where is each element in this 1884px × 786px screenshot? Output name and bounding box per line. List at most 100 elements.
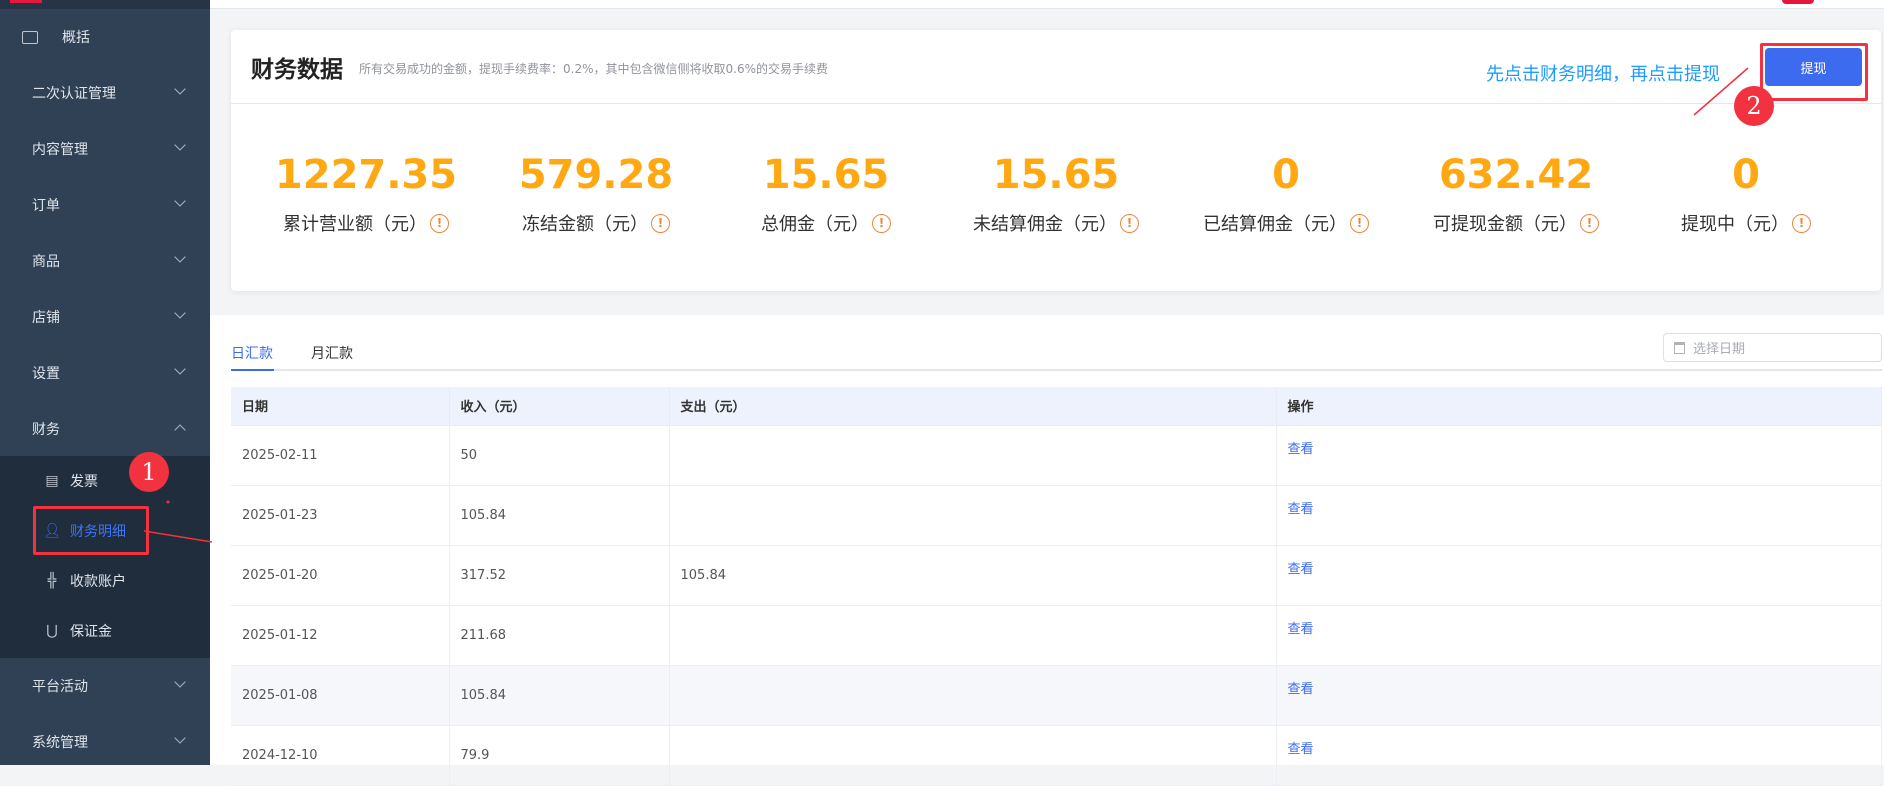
calendar-icon — [1674, 341, 1685, 354]
stat-item: 579.28 冻结金额（元）! — [481, 150, 711, 236]
sidebar-item-label: 系统管理 — [32, 735, 88, 751]
notification-badge[interactable] — [1782, 0, 1814, 4]
cell-date: 2025-01-23 — [231, 485, 450, 546]
chevron-down-icon — [174, 83, 186, 95]
cell-income: 50 — [449, 425, 670, 486]
sidebar-item-payee-account[interactable]: ╬ 收款账户 — [0, 556, 210, 606]
info-warning-icon[interactable]: ! — [430, 213, 449, 233]
cell-expense: 105.84 — [669, 545, 1277, 606]
sidebar-item-label: 订单 — [32, 198, 60, 214]
column-header-income: 收入（元） — [449, 387, 670, 426]
view-link[interactable]: 查看 — [1288, 442, 1314, 457]
fee-note: 所有交易成功的金额，提现手续费率：0.2%，其中包含微信侧将收取0.6%的交易手… — [359, 62, 828, 76]
stat-item: 15.65 未结算佣金（元）! — [941, 150, 1171, 236]
info-warning-icon[interactable]: ! — [651, 213, 670, 233]
sidebar-item-deposit[interactable]: ⋃ 保证金 — [0, 606, 210, 656]
cell-date: 2025-01-08 — [231, 665, 450, 726]
sidebar-item-label: 概括 — [62, 30, 90, 46]
tab-daily[interactable]: 日汇款 — [231, 343, 273, 363]
chevron-down-icon — [174, 251, 186, 263]
sidebar-item-label: 保证金 — [70, 624, 112, 640]
chevron-up-icon — [174, 424, 186, 436]
annotation-hint: 先点击财务明细，再点击提现 — [1486, 64, 1720, 85]
cell-income: 211.68 — [449, 605, 670, 666]
stat-label-row: 可提现金额（元）! — [1401, 210, 1631, 236]
stat-label-row: 未结算佣金（元）! — [941, 210, 1171, 236]
table-row: 2025-01-12 211.68 查看 — [231, 605, 1882, 666]
stat-label: 总佣金（元） — [761, 214, 869, 235]
sidebar-item-platform-activity[interactable]: 平台活动 — [0, 658, 210, 714]
cell-expense — [669, 605, 1277, 666]
info-warning-icon[interactable]: ! — [1350, 213, 1369, 233]
date-picker[interactable]: 选择日期 — [1663, 333, 1882, 362]
page-title: 财务数据 — [251, 56, 343, 83]
view-link[interactable]: 查看 — [1288, 682, 1314, 697]
stat-value: 0 — [1272, 152, 1300, 198]
finance-submenu: ▤ 发票 👤︎ 财务明细 ╬ 收款账户 ⋃ 保证金 — [0, 456, 210, 658]
view-link[interactable]: 查看 — [1288, 622, 1314, 637]
view-link[interactable]: 查看 — [1288, 562, 1314, 577]
cell-expense — [669, 485, 1277, 546]
sidebar-item-label: 设置 — [32, 366, 60, 382]
sidebar-item-orders[interactable]: 订单 — [0, 177, 210, 233]
sidebar-item-2fa[interactable]: 二次认证管理 — [0, 65, 210, 121]
sidebar-item-products[interactable]: 商品 — [0, 233, 210, 289]
stat-label: 冻结金额（元） — [522, 214, 648, 235]
sidebar-item-overview[interactable]: 概括 — [0, 9, 210, 65]
annotation-step-1: 1 — [129, 452, 169, 492]
column-header-expense: 支出（元） — [669, 387, 1277, 426]
magnet-icon: ⋃ — [46, 623, 58, 639]
sidebar-item-label: 商品 — [32, 254, 60, 270]
stat-value: 0 — [1732, 152, 1760, 198]
info-warning-icon[interactable]: ! — [1120, 213, 1139, 233]
table-row: 2025-01-23 105.84 查看 — [231, 485, 1882, 546]
stat-value: 15.65 — [762, 152, 890, 198]
column-header-action: 操作 — [1276, 387, 1882, 426]
sidebar-item-invoice[interactable]: ▤ 发票 — [0, 456, 210, 506]
finance-summary-card: 财务数据 所有交易成功的金额，提现手续费率：0.2%，其中包含微信侧将收取0.6… — [231, 30, 1881, 291]
cell-date: 2025-01-20 — [231, 545, 450, 606]
chevron-down-icon — [174, 139, 186, 151]
cell-action: 查看 — [1276, 605, 1882, 666]
sidebar-item-store[interactable]: 店铺 — [0, 289, 210, 345]
stat-value: 15.65 — [992, 152, 1120, 198]
tab-monthly[interactable]: 月汇款 — [311, 343, 353, 363]
collapse-icon: ╬ — [47, 573, 57, 589]
tab-divider — [231, 369, 1882, 371]
stat-item: 1227.35 累计营业额（元）! — [251, 150, 481, 236]
sidebar-item-finance[interactable]: 财务 — [0, 401, 210, 457]
chevron-down-icon — [174, 732, 186, 744]
table-row: 2025-01-20 317.52 105.84 查看 — [231, 545, 1882, 606]
cell-expense — [669, 725, 1277, 786]
sidebar-item-system[interactable]: 系统管理 — [0, 714, 210, 770]
stat-label: 未结算佣金（元） — [973, 214, 1117, 235]
info-warning-icon[interactable]: ! — [1580, 213, 1599, 233]
info-warning-icon[interactable]: ! — [1792, 213, 1811, 233]
stat-label-row: 冻结金额（元）! — [481, 210, 711, 236]
finance-table: 日期 收入（元） 支出（元） 操作 2025-02-11 50 查看 2025-0… — [231, 387, 1882, 786]
detail-panel: 日汇款 月汇款 选择日期 日期 收入（元） 支出（元） 操作 2025-02-1… — [210, 315, 1884, 786]
stat-label-row: 总佣金（元）! — [711, 210, 941, 236]
sidebar-item-label: 平台活动 — [32, 679, 88, 695]
table-row: 2024-12-10 79.9 查看 — [231, 725, 1882, 786]
logo — [10, 0, 42, 3]
annotation-box-withdraw — [1760, 43, 1868, 101]
monitor-icon — [22, 30, 38, 44]
cell-income: 317.52 — [449, 545, 670, 606]
column-header-date: 日期 — [231, 387, 450, 426]
sidebar-item-label: 店铺 — [32, 310, 60, 326]
chevron-down-icon — [174, 195, 186, 207]
sidebar-item-content[interactable]: 内容管理 — [0, 121, 210, 177]
info-warning-icon[interactable]: ! — [872, 213, 891, 233]
sidebar-item-label: 发票 — [70, 474, 98, 490]
view-link[interactable]: 查看 — [1288, 502, 1314, 517]
sidebar-item-settings[interactable]: 设置 — [0, 345, 210, 401]
view-link[interactable]: 查看 — [1288, 742, 1314, 757]
stat-label: 累计营业额（元） — [283, 214, 427, 235]
document-icon: ▤ — [45, 473, 59, 489]
chevron-down-icon — [174, 307, 186, 319]
stat-label: 提现中（元） — [1681, 214, 1789, 235]
top-bar — [210, 0, 1884, 9]
stats-row: 1227.35 累计营业额（元）! 579.28 冻结金额（元）! 15.65 总佣… — [251, 150, 1861, 236]
sidebar-item-label: 收款账户 — [70, 574, 126, 590]
